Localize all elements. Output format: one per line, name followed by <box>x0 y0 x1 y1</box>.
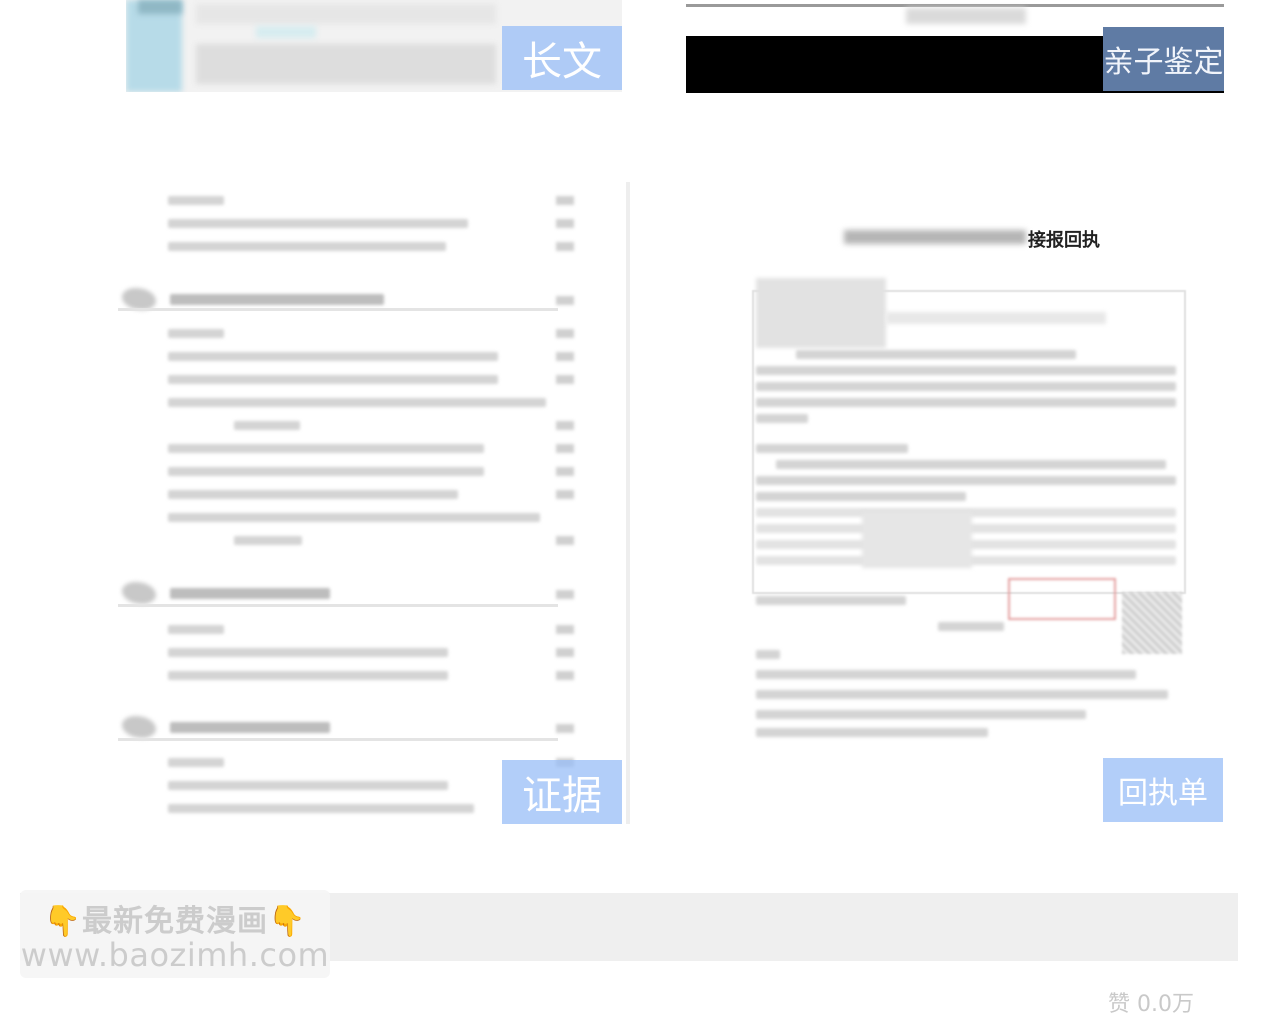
table-cell <box>862 512 972 568</box>
toc-line <box>168 219 468 228</box>
toc-line <box>168 196 224 205</box>
blurred-text-area <box>196 4 496 24</box>
receipt-line <box>756 728 988 737</box>
watermark-url: www.baozimh.com <box>20 936 330 974</box>
toc-page <box>556 444 574 453</box>
toc-line <box>168 352 498 361</box>
receipt-line <box>756 414 808 423</box>
panel-border <box>626 182 630 824</box>
chapter-rule <box>118 308 558 311</box>
document-rule <box>686 4 1224 7</box>
chapter-icon <box>122 288 156 310</box>
toc-page <box>556 242 574 251</box>
receipt-line <box>756 398 1176 407</box>
toc-line <box>234 421 300 430</box>
site-watermark[interactable]: 👇最新免费漫画👇 www.baozimh.com <box>20 890 330 978</box>
toc-page <box>556 352 574 361</box>
toc-page <box>556 648 574 657</box>
table-cell <box>756 278 886 348</box>
toc-page <box>556 671 574 680</box>
toc-line <box>168 513 540 522</box>
receipt-line <box>796 350 1076 359</box>
chapter-heading <box>170 722 330 733</box>
toc-line <box>168 444 484 453</box>
toc-line <box>168 625 224 634</box>
receipt-line <box>776 460 1166 469</box>
toc-page <box>556 329 574 338</box>
chapter-icon <box>122 582 156 604</box>
toc-line <box>168 758 224 767</box>
receipt-line <box>756 444 908 453</box>
toc-page <box>556 296 574 305</box>
receipt-line <box>756 476 1176 485</box>
watermark-slogan-text: 最新免费漫画 <box>82 904 268 939</box>
toc-line <box>234 536 302 545</box>
blurred-image-corner <box>138 0 182 14</box>
toc-page <box>556 724 574 733</box>
toc-line <box>168 648 448 657</box>
blurred-doc-text <box>906 8 1026 24</box>
toc-page <box>556 625 574 634</box>
receipt-line <box>756 670 1136 679</box>
toc-line <box>168 398 546 407</box>
evidence-tag: 证据 <box>502 760 622 824</box>
toc-line <box>168 804 474 813</box>
receipt-panel <box>686 182 1224 824</box>
receipt-line <box>756 382 1176 391</box>
receipt-line <box>938 622 1004 631</box>
toc-line <box>168 329 224 338</box>
toc-page <box>556 375 574 384</box>
toc-page <box>556 536 574 545</box>
chapter-icon <box>122 716 156 738</box>
chapter-rule <box>118 604 558 607</box>
toc-line <box>168 242 446 251</box>
chapter-heading <box>170 588 330 599</box>
chapter-heading <box>170 294 384 305</box>
toc-page <box>556 467 574 476</box>
toc-line <box>168 671 448 680</box>
long-text-tag: 长文 <box>502 26 622 90</box>
like-count[interactable]: 赞 0.0万 <box>1108 986 1194 1018</box>
evidence-panel <box>118 182 630 824</box>
blurred-text-area <box>196 44 496 84</box>
toc-page <box>556 490 574 499</box>
receipt-line <box>756 710 1086 719</box>
receipt-line <box>756 366 1176 375</box>
receipt-line <box>756 650 780 659</box>
receipt-line <box>756 492 966 501</box>
paternity-tag: 亲子鉴定 <box>1103 27 1224 91</box>
toc-line <box>168 375 498 384</box>
receipt-line <box>756 690 1168 699</box>
toc-page <box>556 196 574 205</box>
blurred-title-prefix <box>844 230 1026 244</box>
blurred-highlight <box>256 26 316 38</box>
toc-line <box>168 467 484 476</box>
toc-line <box>168 781 448 790</box>
pointing-down-icon: 👇 <box>268 904 307 939</box>
watermark-slogan: 👇最新免费漫画👇 <box>20 896 330 940</box>
receipt-title: 接报回执 <box>1028 230 1100 251</box>
chapter-rule <box>118 738 558 741</box>
toc-page <box>556 590 574 599</box>
red-stamp <box>1008 578 1116 620</box>
pointing-down-icon: 👇 <box>43 904 82 939</box>
table-cell <box>886 312 1106 324</box>
toc-line <box>168 490 458 499</box>
qr-code <box>1122 592 1182 654</box>
receipt-line <box>756 596 906 605</box>
toc-page <box>556 219 574 228</box>
toc-page <box>556 421 574 430</box>
receipt-tag: 回执单 <box>1103 758 1223 822</box>
